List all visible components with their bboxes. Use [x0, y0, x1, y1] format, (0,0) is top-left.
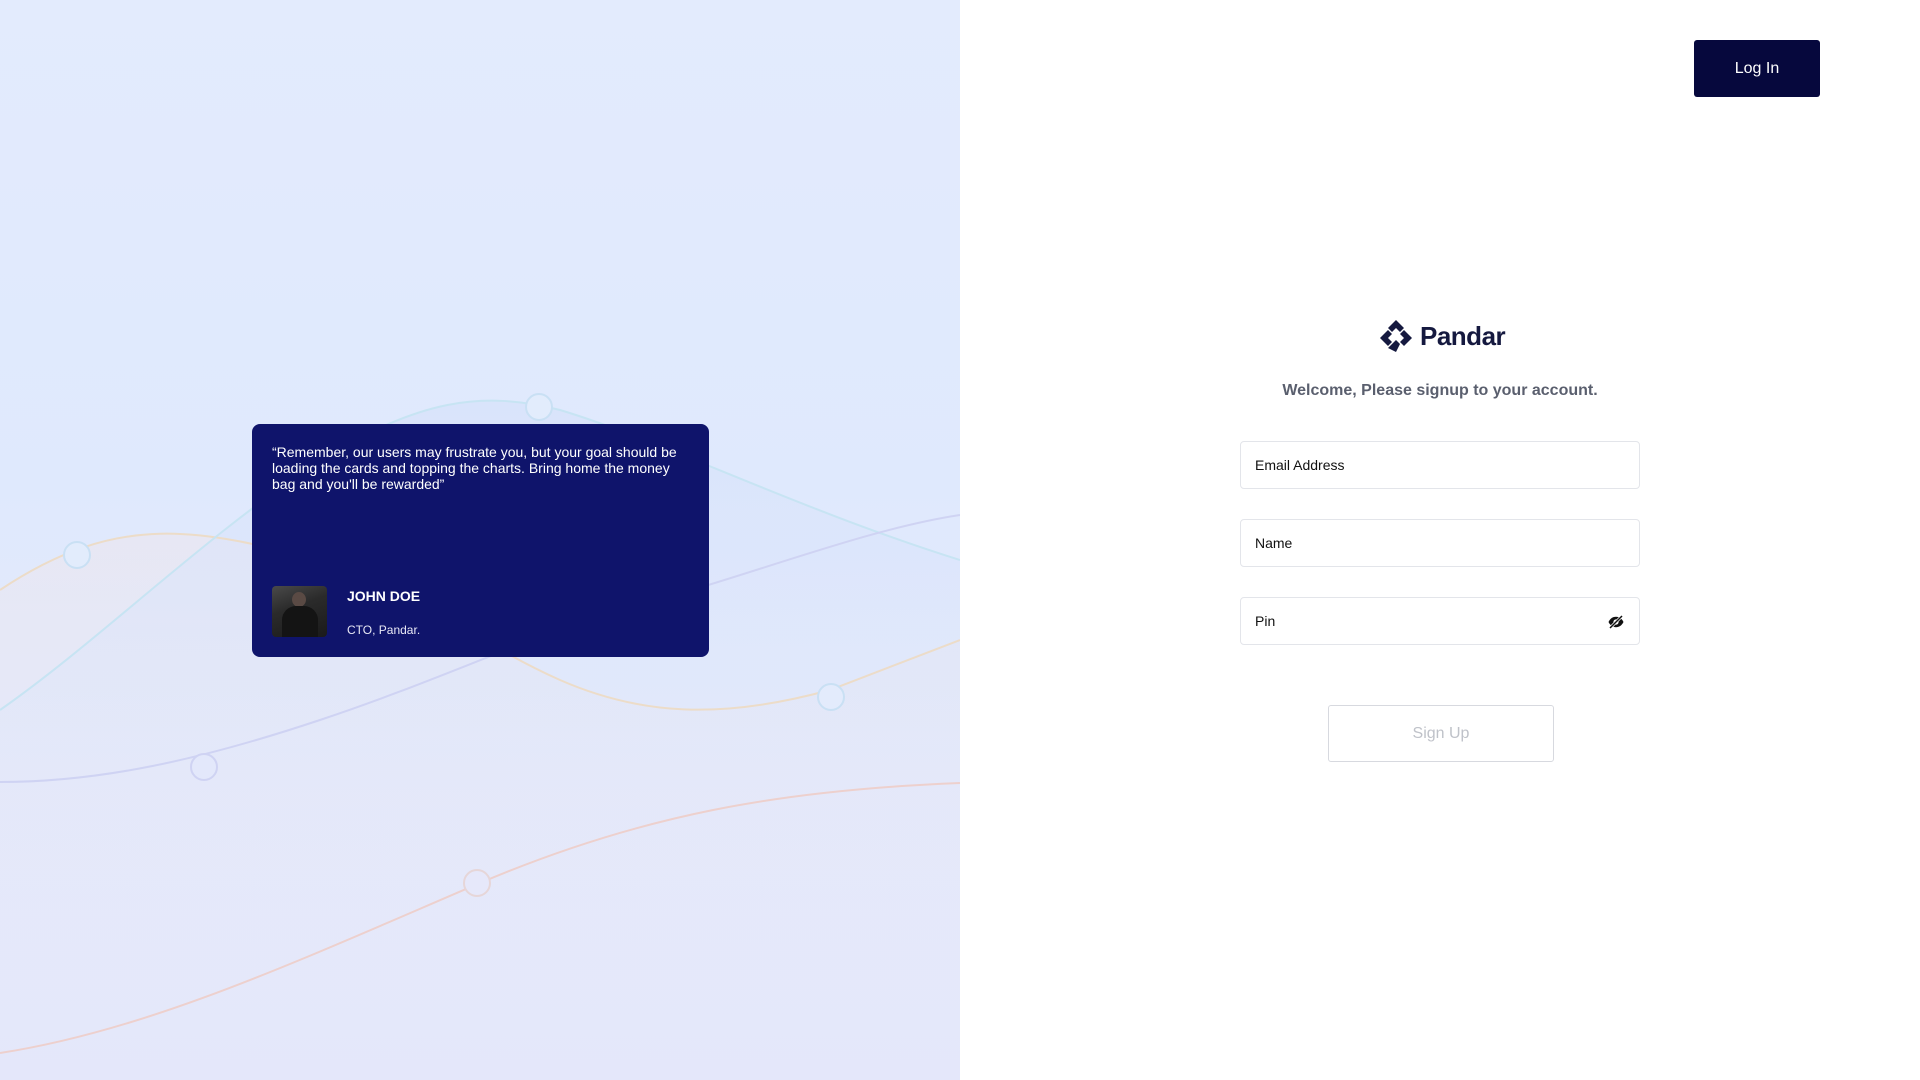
welcome-heading: Welcome, Please signup to your account. [1282, 382, 1598, 399]
name-input[interactable] [1241, 520, 1639, 566]
author-role: CTO, Pandar. [347, 623, 421, 637]
signup-button[interactable]: Sign Up [1328, 705, 1554, 762]
author-info: JOHN DOE CTO, Pandar. [347, 586, 420, 637]
signup-page: “Remember, our users may frustrate you, … [0, 0, 1920, 1080]
signup-panel: Log In Pandar Welcome, Please signup to … [960, 0, 1920, 1080]
pin-field [1240, 597, 1640, 645]
hero-panel: “Remember, our users may frustrate you, … [0, 0, 960, 1080]
pin-input[interactable] [1241, 598, 1639, 644]
testimonial-author: JOHN DOE CTO, Pandar. [272, 586, 420, 637]
login-button[interactable]: Log In [1694, 40, 1820, 97]
email-input[interactable] [1241, 442, 1639, 488]
name-field [1240, 519, 1640, 567]
avatar [272, 586, 327, 637]
pandar-logo-icon [1380, 320, 1412, 352]
email-field [1240, 441, 1640, 489]
testimonial-card: “Remember, our users may frustrate you, … [252, 424, 709, 657]
testimonial-quote: “Remember, our users may frustrate you, … [272, 444, 677, 492]
eye-slash-icon[interactable] [1607, 613, 1625, 631]
brand: Pandar [1378, 318, 1506, 354]
author-name: JOHN DOE [347, 588, 421, 604]
brand-name: Pandar [1420, 320, 1506, 351]
